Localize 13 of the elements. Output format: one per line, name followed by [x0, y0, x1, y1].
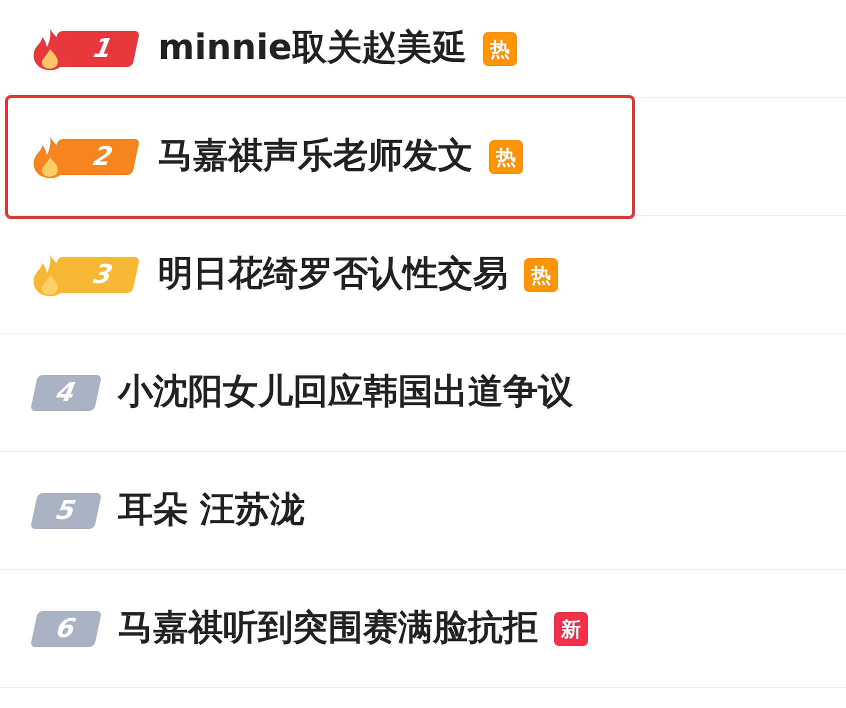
- topic-title[interactable]: minnie取关赵美延: [158, 22, 468, 75]
- new-label: 新: [554, 612, 588, 646]
- hot-label: 热: [483, 32, 518, 66]
- topic-title[interactable]: 马嘉祺听到突围赛满脸抗拒: [118, 602, 538, 655]
- rank-badge: 4: [30, 374, 102, 410]
- rank-badge: 5: [30, 492, 102, 528]
- topic-title[interactable]: 明日花绮罗否认性交易: [158, 248, 508, 301]
- topic-title[interactable]: 小沈阳女儿回应韩国出道争议: [118, 366, 573, 419]
- hot-label: 热: [524, 258, 558, 292]
- topic-title[interactable]: 马嘉祺声乐老师发文: [158, 130, 473, 183]
- hot-label: 热: [489, 140, 523, 174]
- rank-badge: 6: [30, 610, 102, 646]
- topic-title[interactable]: 耳朵 汪苏泷: [118, 484, 306, 537]
